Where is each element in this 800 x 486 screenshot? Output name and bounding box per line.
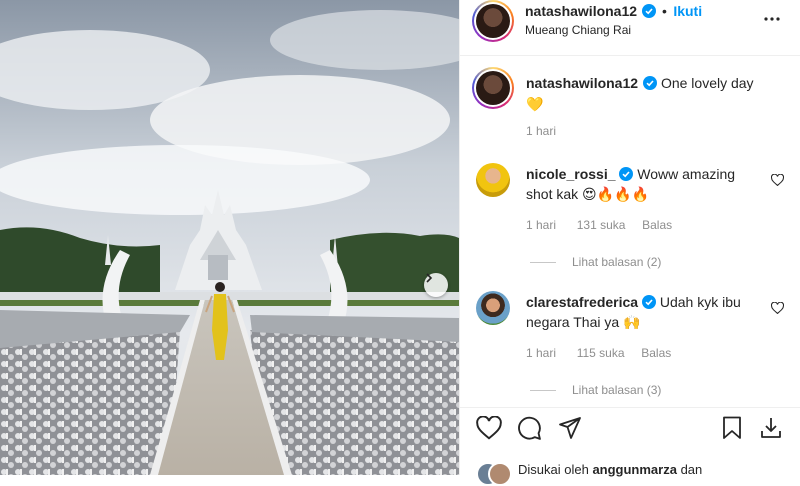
comment-text-line2: negara Thai ya 🙌 (526, 314, 641, 330)
comment-body: clarestafrederica Udah kyk ibu negara Th… (526, 292, 766, 332)
caption-emoji: 💛 (526, 96, 544, 112)
caption-text: One lovely day (660, 75, 754, 91)
caption-time[interactable]: 1 hari (526, 124, 556, 138)
comment-icon[interactable] (517, 416, 542, 446)
bookmark-icon[interactable] (721, 416, 743, 445)
caption-username[interactable]: natashawilona12 (526, 75, 638, 91)
author-username[interactable]: natashawilona12 (525, 3, 637, 19)
comment-meta: 1 hari 131 suka Balas (526, 218, 672, 232)
verified-badge-icon (642, 76, 657, 90)
reply-button[interactable]: Balas (642, 218, 672, 232)
post-photo (0, 0, 459, 475)
view-replies-button[interactable]: Lihat balasan (2) (530, 255, 661, 269)
commenter-avatar[interactable] (476, 163, 510, 197)
heart-icon[interactable] (476, 415, 502, 445)
liked-by-avatar (488, 462, 512, 486)
replies-divider (530, 262, 556, 264)
view-replies-label: Lihat balasan (2) (572, 255, 662, 269)
verified-badge-icon (641, 295, 656, 309)
verified-badge-icon (641, 4, 656, 18)
comment-text: Udah kyk ibu (659, 294, 741, 310)
actions-divider (460, 407, 800, 408)
post-header: natashawilona12 • Ikuti Mueang Chiang Ra… (460, 0, 800, 56)
comment-time[interactable]: 1 hari (526, 218, 556, 232)
share-icon[interactable] (558, 416, 582, 445)
liked-by-avatars[interactable] (476, 462, 518, 486)
post-sidebar: natashawilona12 • Ikuti Mueang Chiang Ra… (459, 0, 800, 486)
author-avatar[interactable] (472, 0, 514, 42)
next-photo-button[interactable] (424, 273, 448, 297)
author-avatar-image (476, 4, 510, 38)
caption-author-avatar[interactable] (472, 67, 514, 109)
commenter-username[interactable]: nicole_rossi_ (526, 166, 616, 182)
reply-button[interactable]: Balas (641, 346, 671, 360)
action-bar (460, 415, 800, 448)
header-title-row: natashawilona12 • Ikuti (525, 3, 702, 21)
verified-badge-icon (619, 167, 634, 181)
view-replies-button[interactable]: Lihat balasan (3) (530, 383, 661, 397)
comment-likes[interactable]: 131 suka (577, 218, 626, 232)
separator-dot: • (661, 3, 667, 19)
download-icon[interactable] (759, 416, 783, 445)
comment-text: Woww amazing (637, 166, 736, 182)
commenter-username[interactable]: clarestafrederica (526, 294, 638, 310)
caption-author-avatar-image (476, 71, 510, 105)
chevron-right-icon (426, 273, 433, 283)
comment-text-line2: shot kak 😍🔥🔥🔥 (526, 186, 649, 202)
location-link[interactable]: Mueang Chiang Rai (525, 23, 631, 37)
follow-button[interactable]: Ikuti (673, 3, 702, 19)
caption: natashawilona12 One lovely day 💛 (526, 73, 786, 115)
more-options-icon[interactable] (763, 10, 781, 34)
replies-divider (530, 390, 556, 392)
temple-photo-illustration (0, 0, 459, 475)
comment-time[interactable]: 1 hari (526, 346, 556, 360)
commenter-avatar[interactable] (476, 291, 510, 325)
comment-likes[interactable]: 115 suka (577, 346, 625, 360)
comment-like-heart-icon[interactable] (770, 301, 785, 319)
view-replies-label: Lihat balasan (3) (572, 383, 662, 397)
comment-like-heart-icon[interactable] (770, 173, 785, 191)
comment-body: nicole_rossi_ Woww amazing shot kak 😍🔥🔥🔥 (526, 164, 766, 204)
comment-meta: 1 hari 115 suka Balas (526, 346, 671, 360)
